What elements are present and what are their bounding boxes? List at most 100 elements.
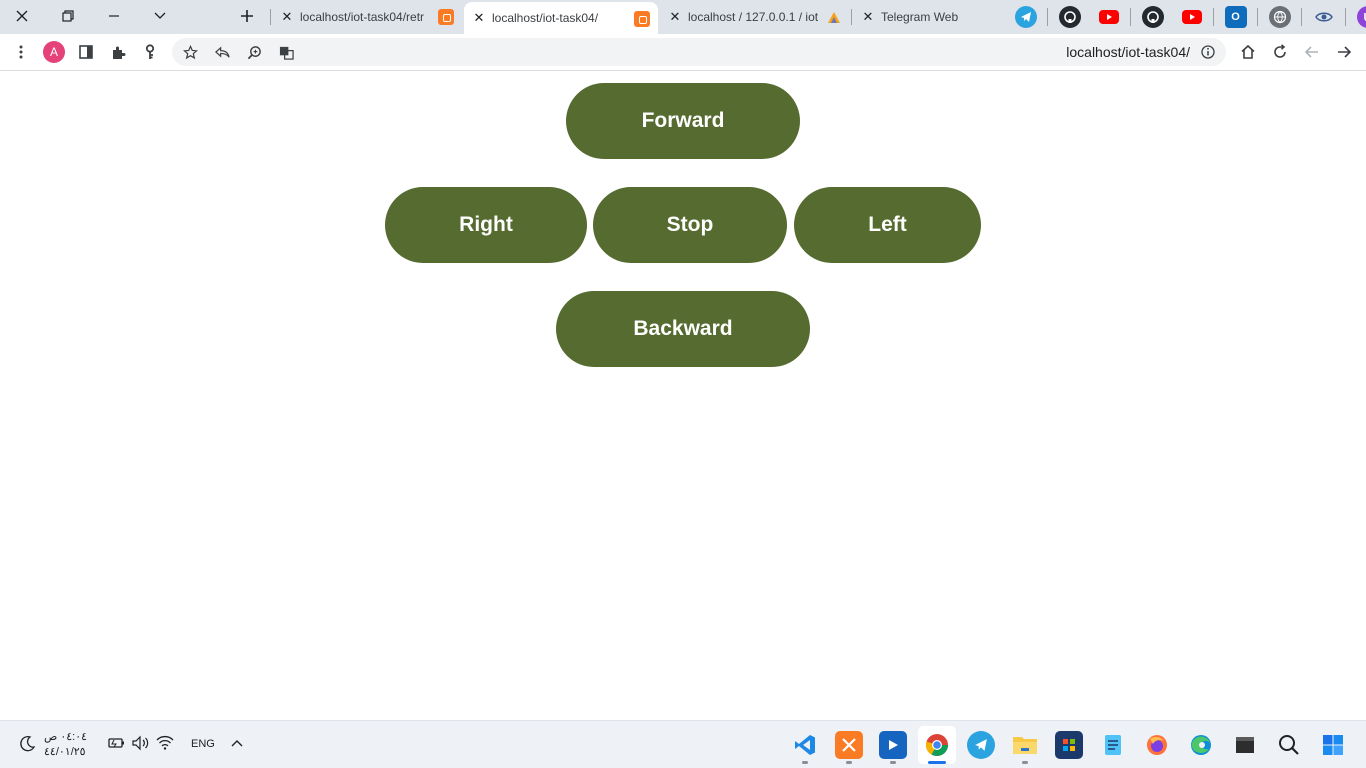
youtube-icon[interactable] (1181, 6, 1203, 28)
tab-phpmyadmin[interactable]: ✕ localhost / 127.0.0.1 / iot (660, 0, 850, 34)
reload-icon (1274, 44, 1286, 58)
edge-icon[interactable] (1187, 731, 1215, 759)
translate-icon (279, 46, 294, 60)
side-panel-button[interactable] (74, 40, 98, 64)
clock-time[interactable]: ٠٤:٠٤ ص (44, 730, 87, 743)
telegram-icon[interactable] (1014, 6, 1037, 28)
telegram-icon[interactable] (967, 731, 995, 759)
show-hidden-icons-button[interactable] (230, 737, 244, 756)
url-text: localhost/iot-task04/ (1066, 44, 1190, 60)
minimize-window-button[interactable] (99, 4, 129, 28)
star-icon (182, 44, 198, 59)
tab-title: localhost/iot-task04/ (492, 11, 599, 25)
terminal-icon[interactable] (1231, 731, 1259, 759)
tab-strip: ✕ localhost/iot-task04/retr ✕ localhost/… (0, 0, 1366, 34)
close-tab-icon[interactable]: ✕ (472, 10, 486, 26)
tab-title: localhost / 127.0.0.1 / iot (688, 10, 818, 24)
home-button[interactable] (1236, 40, 1260, 64)
menu-button[interactable] (9, 40, 33, 64)
xampp-icon[interactable] (835, 731, 863, 759)
battery-icon[interactable] (107, 736, 125, 755)
separator (1213, 8, 1214, 26)
outlook-icon[interactable]: O (1224, 6, 1247, 28)
separator (1047, 8, 1048, 26)
forward-button[interactable]: Forward (566, 83, 800, 159)
stop-button[interactable]: Stop (593, 187, 787, 263)
close-icon (16, 10, 28, 22)
right-button[interactable]: Right (385, 187, 587, 263)
password-manager-button[interactable] (138, 40, 162, 64)
start-icon[interactable] (1319, 731, 1347, 759)
close-tab-icon[interactable]: ✕ (280, 9, 294, 25)
puzzle-icon (112, 46, 125, 59)
chrome-icon[interactable] (918, 726, 956, 764)
chevron-up-icon (231, 740, 243, 747)
taskbar: ٠٤:٠٤ ص ٤٤/٠١/٢٥ ENG (0, 720, 1366, 768)
page-content: Forward Right Stop Left Backward (0, 71, 1366, 720)
address-bar[interactable]: localhost/iot-task04/ (172, 38, 1226, 66)
github-icon[interactable] (1141, 6, 1164, 28)
tab-search-button[interactable] (145, 4, 175, 28)
search-icon[interactable] (1275, 731, 1303, 759)
left-button[interactable]: Left (794, 187, 981, 263)
browser-toolbar: A localhost/iot-task04/ (0, 34, 1366, 71)
running-indicator (890, 761, 896, 764)
restore-window-button[interactable] (53, 4, 83, 28)
close-tab-icon[interactable]: ✕ (668, 9, 682, 25)
tab-telegram-web[interactable]: ✕ Telegram Web (853, 0, 1003, 34)
avatar: A (43, 41, 65, 63)
reload-button[interactable] (1268, 40, 1292, 64)
zoom-icon (247, 45, 261, 59)
active-indicator (928, 761, 946, 764)
eye-extension-icon[interactable] (1313, 6, 1335, 28)
restore-icon (62, 10, 74, 22)
volume-icon[interactable] (131, 735, 151, 756)
site-info-button[interactable] (1196, 40, 1220, 64)
tab-separator (851, 9, 852, 25)
xampp-icon (438, 9, 454, 25)
tab-iot-task04-retr[interactable]: ✕ localhost/iot-task04/retr (272, 0, 462, 34)
language-indicator[interactable]: ENG (191, 738, 215, 750)
home-icon (1241, 44, 1255, 59)
close-tab-icon[interactable]: ✕ (861, 9, 875, 25)
back-button[interactable] (1300, 40, 1324, 64)
running-indicator (1022, 761, 1028, 764)
extensions-button[interactable] (106, 40, 130, 64)
youtube-icon[interactable] (1098, 6, 1120, 28)
vscode-icon[interactable] (791, 731, 819, 759)
globe-icon[interactable] (1268, 6, 1291, 28)
share-icon (214, 45, 230, 58)
arrow-right-icon (1338, 46, 1352, 58)
tab-iot-task04[interactable]: ✕ localhost/iot-task04/ (464, 2, 658, 34)
close-window-button[interactable] (7, 4, 37, 28)
bookmark-star-button[interactable] (178, 40, 202, 64)
phpmyadmin-icon (826, 9, 842, 25)
minimize-icon (109, 15, 119, 17)
zoom-button[interactable] (242, 40, 266, 64)
separator (1301, 8, 1302, 26)
profile-button[interactable]: A (42, 40, 66, 64)
extension-strip: O (1006, 6, 1366, 28)
separator (1345, 8, 1346, 26)
tab-separator (270, 9, 271, 25)
media-player-icon[interactable] (879, 731, 907, 759)
github-icon[interactable] (1058, 6, 1081, 28)
translate-button[interactable] (274, 40, 298, 64)
file-explorer-icon[interactable] (1011, 731, 1039, 759)
arrow-left-icon (1304, 46, 1318, 58)
clock-date[interactable]: ٤٤/٠١/٢٥ (44, 745, 86, 758)
running-indicator (802, 761, 808, 764)
backward-button[interactable]: Backward (556, 291, 810, 367)
store-icon[interactable] (1055, 731, 1083, 759)
share-button[interactable] (210, 40, 234, 64)
wifi-icon[interactable] (156, 735, 174, 756)
night-light-icon[interactable] (18, 735, 36, 758)
purple-extension-icon[interactable] (1356, 6, 1366, 28)
firefox-icon[interactable] (1143, 731, 1171, 759)
forward-nav-button[interactable] (1332, 40, 1356, 64)
tab-title: localhost/iot-task04/retr (300, 10, 425, 24)
side-panel-icon (79, 45, 93, 59)
new-tab-button[interactable] (234, 4, 260, 28)
info-icon (1201, 45, 1215, 59)
notepad-icon[interactable] (1099, 731, 1127, 759)
